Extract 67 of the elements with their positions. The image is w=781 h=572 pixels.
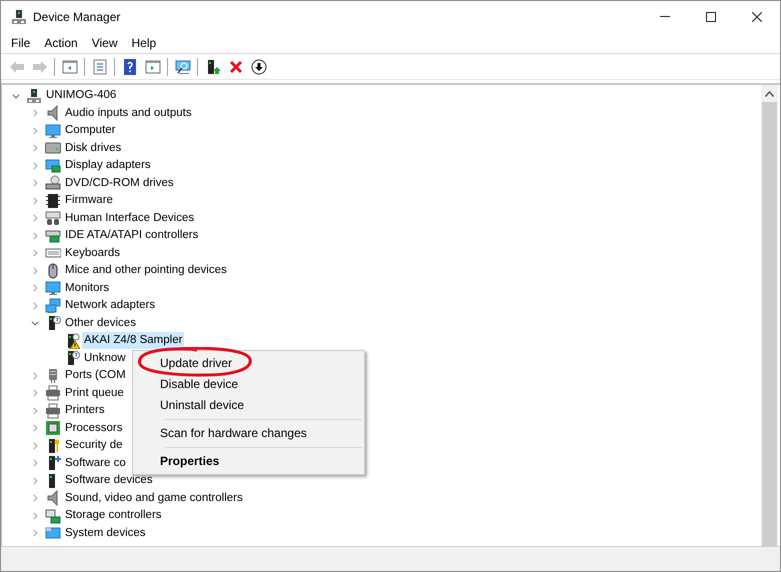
menu-item[interactable]: Scan for hardware changes (133, 423, 364, 444)
tree-item[interactable]: Ports (COM (63, 367, 128, 384)
tree-item[interactable]: Storage controllers (63, 507, 164, 524)
minimize-icon (660, 16, 670, 17)
disc-drive-icon (45, 175, 61, 192)
scrollbar[interactable] (761, 85, 778, 546)
tree-item[interactable]: Monitors (63, 280, 112, 297)
tree-item[interactable]: AKAI Z4/8 Sampler (82, 332, 184, 350)
device-manager-icon (11, 8, 27, 24)
close-icon (228, 58, 244, 74)
menu-item[interactable]: Update driver (133, 353, 364, 374)
tree-item[interactable]: UNIMOG-406 (44, 87, 118, 104)
monitor-magnifier-icon (174, 58, 190, 74)
menu-item[interactable]: View (84, 34, 124, 52)
tree-item[interactable]: Disk drives (63, 140, 124, 157)
menu-item[interactable]: Disable device (133, 374, 364, 395)
tree-item[interactable]: System devices (63, 524, 148, 542)
scroll-up-icon[interactable] (765, 90, 774, 96)
input-device-icon (45, 210, 61, 226)
monitor-icon (45, 122, 61, 139)
tree-item[interactable]: DVD/CD-ROM drives (63, 174, 176, 192)
printer-icon (45, 402, 61, 419)
tree-item[interactable]: Human Interface Devices (63, 210, 196, 227)
down-arrow-circle-icon (250, 58, 266, 74)
window-pane-icon (144, 58, 160, 74)
chip-icon (45, 192, 61, 209)
system-device-icon (45, 525, 61, 542)
document-icon (92, 58, 108, 74)
tree-item[interactable]: Keyboards (63, 244, 122, 262)
tree-item[interactable]: Printers (63, 402, 107, 420)
menu-item[interactable]: Properties (133, 451, 364, 472)
tree-item[interactable]: Print queue (63, 384, 126, 402)
window-pane-icon (62, 58, 78, 74)
tree-item[interactable]: Unknow (82, 350, 128, 367)
display-adapter-icon (45, 158, 61, 174)
tree-item[interactable]: IDE ATA/ATAPI controllers (63, 227, 200, 244)
network-icon (45, 298, 61, 314)
tree-item[interactable]: Software devices (63, 472, 155, 490)
tree-item[interactable]: Other devices (63, 314, 138, 332)
tree-item[interactable]: Display adapters (63, 157, 153, 174)
tree-item[interactable]: Mice and other pointing devices (63, 262, 229, 280)
tree-item[interactable]: Processors (63, 420, 125, 437)
menu-item[interactable]: File (4, 34, 38, 52)
tree-item[interactable]: Network adapters (63, 297, 158, 314)
tree-item[interactable]: Audio inputs and outputs (63, 104, 194, 122)
tree-item[interactable]: Computer (63, 122, 118, 140)
back-arrow-icon (8, 58, 24, 74)
question-mark-icon (122, 58, 138, 74)
monitor-icon (45, 280, 61, 296)
tree-item[interactable]: Sound, video and game controllers (63, 490, 245, 507)
processor-icon (45, 420, 61, 436)
tree-item[interactable]: Firmware (63, 192, 115, 210)
menu-item[interactable]: Action (37, 34, 85, 52)
tree-item[interactable]: Security de (63, 437, 125, 454)
scrollbar-thumb[interactable] (762, 102, 777, 546)
close-icon (752, 12, 762, 22)
disk-drive-icon (45, 140, 61, 156)
printer-icon (45, 385, 61, 402)
menu-item[interactable]: Help (124, 34, 164, 52)
window-title: Device Manager (33, 8, 120, 26)
controller-card-icon (45, 228, 61, 244)
forward-arrow-icon (32, 58, 48, 74)
menu-item[interactable]: Uninstall device (133, 395, 364, 416)
maximize-icon (706, 12, 716, 22)
tree-item[interactable]: Software co (63, 454, 128, 472)
storage-controller-icon (45, 508, 61, 524)
computer-icon (26, 88, 42, 104)
